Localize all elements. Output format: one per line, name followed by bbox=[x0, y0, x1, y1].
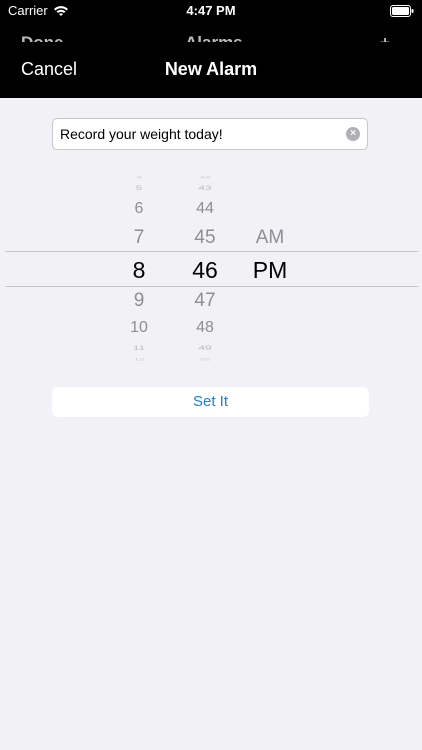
minute-option[interactable]: 49 bbox=[175, 344, 235, 352]
period-option-am[interactable]: AM bbox=[240, 227, 300, 249]
battery-icon bbox=[390, 5, 414, 17]
hour-option[interactable]: 12 bbox=[109, 358, 169, 362]
alarm-message-field[interactable]: × bbox=[52, 118, 368, 150]
minute-option[interactable]: 44 bbox=[175, 200, 235, 218]
hour-option[interactable]: 5 bbox=[109, 184, 169, 192]
hour-option[interactable]: 9 bbox=[109, 290, 169, 312]
alarm-message-input[interactable] bbox=[60, 119, 338, 149]
hour-option-selected[interactable]: 8 bbox=[109, 257, 169, 284]
background-alarms-title: Alarms bbox=[185, 33, 243, 42]
minute-option[interactable]: 42 bbox=[175, 176, 235, 179]
background-add-button: + bbox=[380, 33, 390, 42]
background-navigation-bar: Done Alarms + bbox=[0, 24, 422, 42]
period-option-selected[interactable]: PM bbox=[240, 257, 300, 284]
hour-option[interactable]: 7 bbox=[109, 227, 169, 249]
new-alarm-navigation-bar: Cancel New Alarm bbox=[0, 42, 422, 98]
time-picker[interactable]: 4 5 6 7 8 9 10 11 12 42 43 44 45 46 47 4… bbox=[0, 176, 422, 362]
minute-option[interactable]: 47 bbox=[175, 290, 235, 312]
minute-option[interactable]: 50 bbox=[175, 358, 235, 362]
hour-option[interactable]: 10 bbox=[109, 319, 169, 337]
background-done-button: Done bbox=[21, 33, 64, 42]
minute-option[interactable]: 48 bbox=[175, 319, 235, 337]
hour-option[interactable]: 11 bbox=[109, 344, 169, 352]
status-bar: Carrier 4:47 PM bbox=[0, 0, 422, 24]
minute-option[interactable]: 43 bbox=[175, 184, 235, 192]
hour-picker-column[interactable]: 4 5 6 7 8 9 10 11 12 bbox=[109, 176, 169, 362]
hour-option[interactable]: 6 bbox=[109, 200, 169, 218]
period-picker-column[interactable]: AM PM bbox=[240, 176, 300, 362]
minute-option-selected[interactable]: 46 bbox=[175, 257, 235, 284]
clear-icon[interactable]: × bbox=[346, 127, 360, 141]
minute-option[interactable]: 45 bbox=[175, 227, 235, 249]
minute-picker-column[interactable]: 42 43 44 45 46 47 48 49 50 bbox=[175, 176, 235, 362]
set-it-button[interactable]: Set It bbox=[52, 387, 369, 417]
hour-option[interactable]: 4 bbox=[109, 176, 169, 179]
page-title: New Alarm bbox=[164, 59, 258, 79]
status-time: 4:47 PM bbox=[186, 3, 236, 18]
